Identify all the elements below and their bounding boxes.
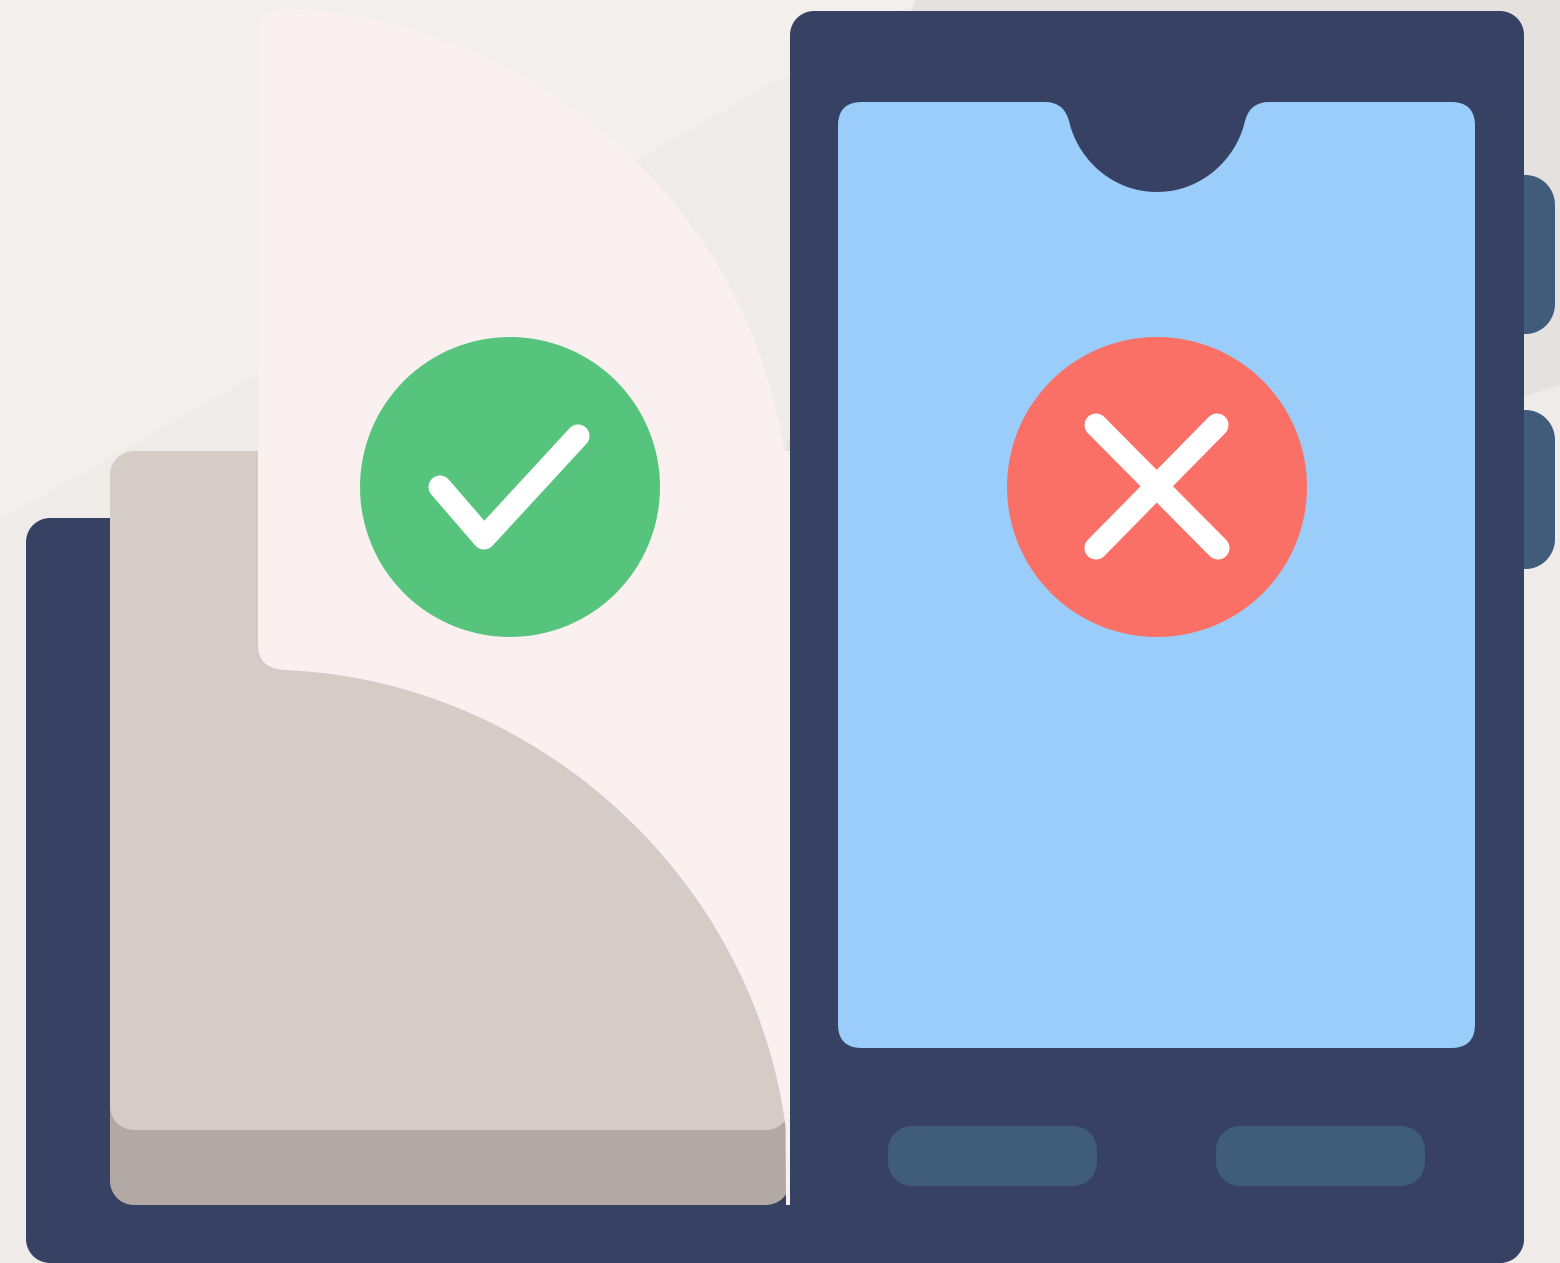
- phone-home-button-left: [888, 1126, 1097, 1186]
- reject-badge: [1007, 337, 1307, 637]
- approve-circle: [360, 337, 660, 637]
- approve-badge: [360, 337, 660, 637]
- phone-home-button-right: [1216, 1126, 1425, 1186]
- approve-reject-illustration: [0, 0, 1560, 1263]
- illustration-canvas: [0, 0, 1560, 1263]
